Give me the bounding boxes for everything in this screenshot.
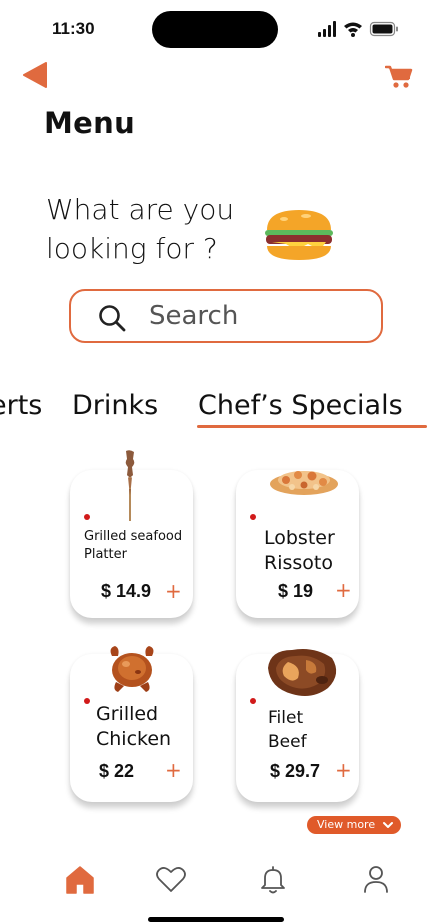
tab-desserts[interactable]: erts <box>0 390 42 421</box>
filet-beef-image <box>268 649 337 696</box>
lobster-risotto-image <box>270 471 338 495</box>
top-bar <box>0 60 430 92</box>
grilled-chicken-image <box>110 646 154 692</box>
hero-question: What are you looking for ? <box>46 190 276 268</box>
menu-card-lobster-rissoto[interactable]: Lobster Rissoto $ 19 + <box>236 470 359 618</box>
dynamic-island <box>152 11 278 48</box>
chevron-down-icon <box>383 822 393 828</box>
battery-icon <box>369 21 398 37</box>
menu-card-grilled-seafood[interactable]: Grilled seafood Platter $ 14.9 + <box>70 450 193 618</box>
tab-active-underline <box>197 425 427 428</box>
burger-icon <box>265 210 333 260</box>
item-price: $ 14.9 <box>101 581 152 601</box>
tab-drinks[interactable]: Drinks <box>72 390 158 421</box>
item-name-line-1: Grilled <box>96 703 159 725</box>
item-name-line-2: Beef <box>268 732 307 752</box>
tab-chefs-specials[interactable]: Chef’s Specials <box>198 390 403 421</box>
add-to-cart-button[interactable]: + <box>335 760 352 780</box>
view-more-button[interactable]: View more <box>307 816 401 834</box>
hero-question-line-1: What are you <box>46 193 235 226</box>
item-price: $ 22 <box>99 761 135 781</box>
item-name-line-2: Platter <box>84 547 127 562</box>
item-name: Lobster Rissoto <box>264 526 335 576</box>
heart-icon[interactable] <box>155 863 187 895</box>
item-name: Filet Beef <box>268 706 307 754</box>
home-icon[interactable] <box>64 863 96 895</box>
item-indicator-dot <box>250 514 256 520</box>
item-name-line-2: Chicken <box>96 728 172 750</box>
item-name: Grilled seafood Platter <box>84 528 182 564</box>
add-to-cart-button[interactable]: + <box>165 760 182 780</box>
add-to-cart-button[interactable]: + <box>165 581 182 601</box>
bell-icon[interactable] <box>257 863 289 895</box>
item-indicator-dot <box>84 698 90 704</box>
hero-question-line-2: looking for ? <box>46 232 218 265</box>
bottom-nav <box>0 855 430 905</box>
menu-card-filet-beef[interactable]: Filet Beef $ 29.7 + <box>236 649 359 802</box>
search-input[interactable] <box>149 297 369 335</box>
view-more-label: View more <box>317 818 376 831</box>
home-indicator <box>148 917 284 922</box>
item-indicator-dot <box>84 514 90 520</box>
item-price: $ 19 <box>278 581 314 601</box>
menu-card-grilled-chicken[interactable]: Grilled Chicken $ 22 + <box>70 646 193 802</box>
add-to-cart-button[interactable]: + <box>335 580 352 600</box>
item-indicator-dot <box>250 698 256 704</box>
status-icons <box>318 21 398 37</box>
item-name-line-1: Lobster <box>264 527 335 549</box>
signal-icon <box>318 21 336 37</box>
item-price: $ 29.7 <box>270 761 321 781</box>
search-box[interactable] <box>69 289 383 343</box>
page-title: Menu <box>44 106 136 140</box>
back-arrow-icon[interactable] <box>22 62 48 88</box>
wifi-icon <box>344 22 362 37</box>
search-icon <box>99 305 126 332</box>
item-name: Grilled Chicken <box>96 702 171 752</box>
seafood-skewer-image <box>125 450 135 521</box>
item-name-line-1: Filet <box>268 708 304 728</box>
category-tabs: erts Drinks Chef’s Specials <box>0 388 430 432</box>
cart-icon[interactable] <box>385 64 413 90</box>
user-icon[interactable] <box>360 863 392 895</box>
item-name-line-2: Rissoto <box>264 552 333 574</box>
status-time: 11:30 <box>52 19 95 38</box>
item-name-line-1: Grilled seafood <box>84 529 183 544</box>
status-bar: 11:30 <box>0 0 430 58</box>
